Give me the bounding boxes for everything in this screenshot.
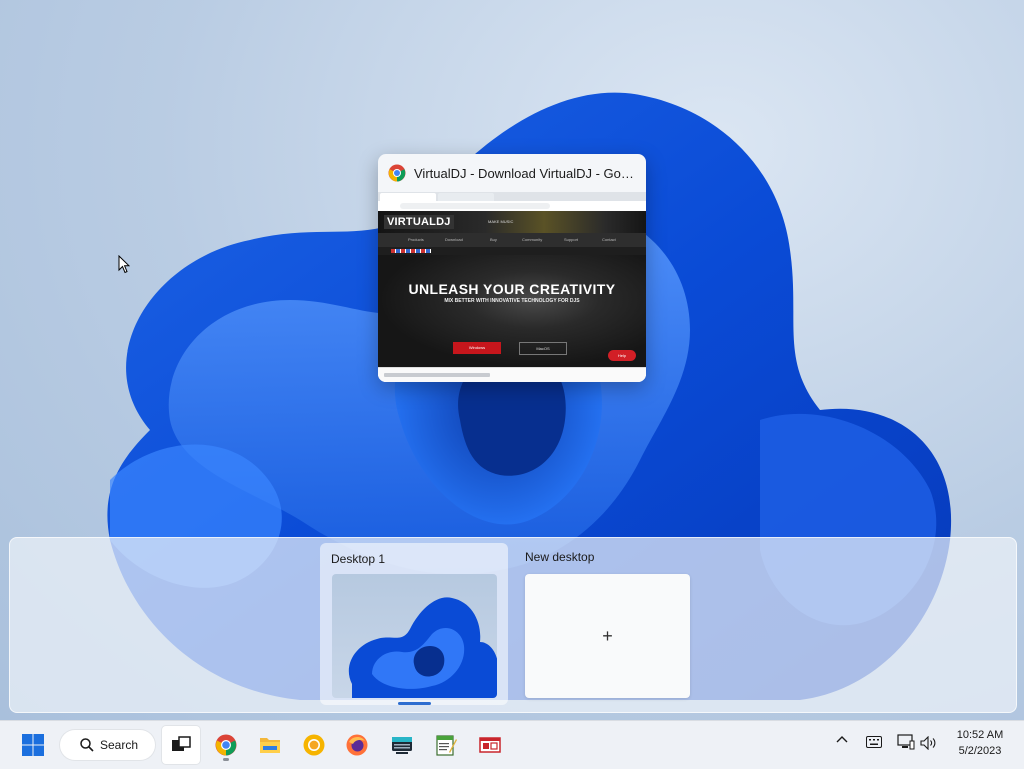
hero-subtitle: MIX BETTER WITH INNOVATIVE TECHNOLOGY FO…: [444, 298, 580, 304]
windows-logo-icon: [22, 734, 44, 756]
window-card-header[interactable]: VirtualDJ - Download VirtualDJ - Googl..…: [378, 154, 646, 192]
file-explorer-taskbar-button[interactable]: [251, 726, 289, 764]
site-nav-item: Support: [564, 237, 579, 242]
site-nav-item: Buy: [490, 237, 497, 242]
task-view-window-card[interactable]: VirtualDJ - Download VirtualDJ - Googl..…: [378, 154, 646, 382]
site-nav-item: Download: [445, 237, 463, 242]
hero-title: UNLEASH YOUR CREATIVITY: [408, 281, 616, 297]
notepad-taskbar-button[interactable]: [427, 726, 465, 764]
start-button[interactable]: [14, 726, 52, 764]
clock-time[interactable]: 10:52 AM: [948, 729, 1012, 741]
chrome-icon: [388, 164, 406, 182]
window-title: VirtualDJ - Download VirtualDJ - Googl..…: [414, 165, 638, 181]
window-thumbnail[interactable]: VIRTUALDJ MAKE MUSIC Products Download B…: [378, 192, 646, 382]
plus-icon: +: [602, 626, 613, 646]
browser-download-bar: [378, 367, 646, 382]
download-windows-button: Windows: [453, 342, 501, 354]
desktop-1-label[interactable]: Desktop 1: [331, 552, 385, 566]
chrome-icon: [215, 734, 237, 756]
network-icon[interactable]: [897, 734, 915, 750]
window-app-icon: [479, 737, 501, 753]
task-view-button[interactable]: [162, 726, 200, 764]
keyboard-app-icon: [392, 737, 412, 754]
virtualdj-logo: VIRTUALDJ: [384, 215, 454, 229]
show-hidden-icons-chevron-icon[interactable]: [836, 734, 848, 746]
new-desktop-label: New desktop: [525, 550, 595, 564]
taskbar-search-button[interactable]: Search: [60, 730, 155, 760]
current-desktop-indicator: [398, 702, 431, 705]
search-label: Search: [100, 738, 139, 752]
touch-keyboard-icon[interactable]: [866, 736, 882, 748]
site-header: VIRTUALDJ MAKE MUSIC: [378, 211, 646, 233]
task-view-icon: [172, 736, 191, 751]
site-nav: Products Download Buy Community Support …: [378, 233, 646, 247]
website-preview: VIRTUALDJ MAKE MUSIC Products Download B…: [378, 211, 646, 367]
new-desktop-button[interactable]: +: [525, 574, 690, 698]
chrome-canary-icon: [303, 734, 325, 756]
mouse-pointer-icon: [118, 255, 130, 274]
firefox-taskbar-button[interactable]: [338, 726, 376, 764]
browser-tab-strip: [378, 192, 646, 201]
window-app-taskbar-button[interactable]: [471, 726, 509, 764]
language-flags: [391, 249, 431, 253]
chrome-running-indicator: [223, 758, 229, 761]
site-nav-item: Products: [408, 237, 424, 242]
desktop-1-wallpaper: [348, 597, 497, 698]
notepad-icon: [436, 735, 457, 756]
download-mac-button: MacOS: [519, 342, 567, 355]
keyboard-app-taskbar-button[interactable]: [383, 726, 421, 764]
firefox-icon: [346, 734, 368, 756]
site-nav-item: Contact: [602, 237, 616, 242]
desktops-bar: [9, 537, 1017, 713]
help-button: Help: [608, 350, 636, 361]
site-nav-item: Community: [522, 237, 543, 242]
chrome-canary-taskbar-button[interactable]: [295, 726, 333, 764]
site-hero: UNLEASH YOUR CREATIVITY MIX BETTER WITH …: [378, 255, 646, 367]
site-slogan: MAKE MUSIC: [488, 219, 514, 224]
clock-date[interactable]: 5/2/2023: [948, 745, 1012, 757]
volume-icon[interactable]: [920, 736, 938, 750]
browser-tab: [380, 193, 436, 201]
browser-tab: [438, 193, 494, 201]
desktop-1-thumbnail[interactable]: [332, 574, 497, 698]
file-explorer-icon: [260, 738, 280, 753]
search-icon: [80, 738, 94, 752]
